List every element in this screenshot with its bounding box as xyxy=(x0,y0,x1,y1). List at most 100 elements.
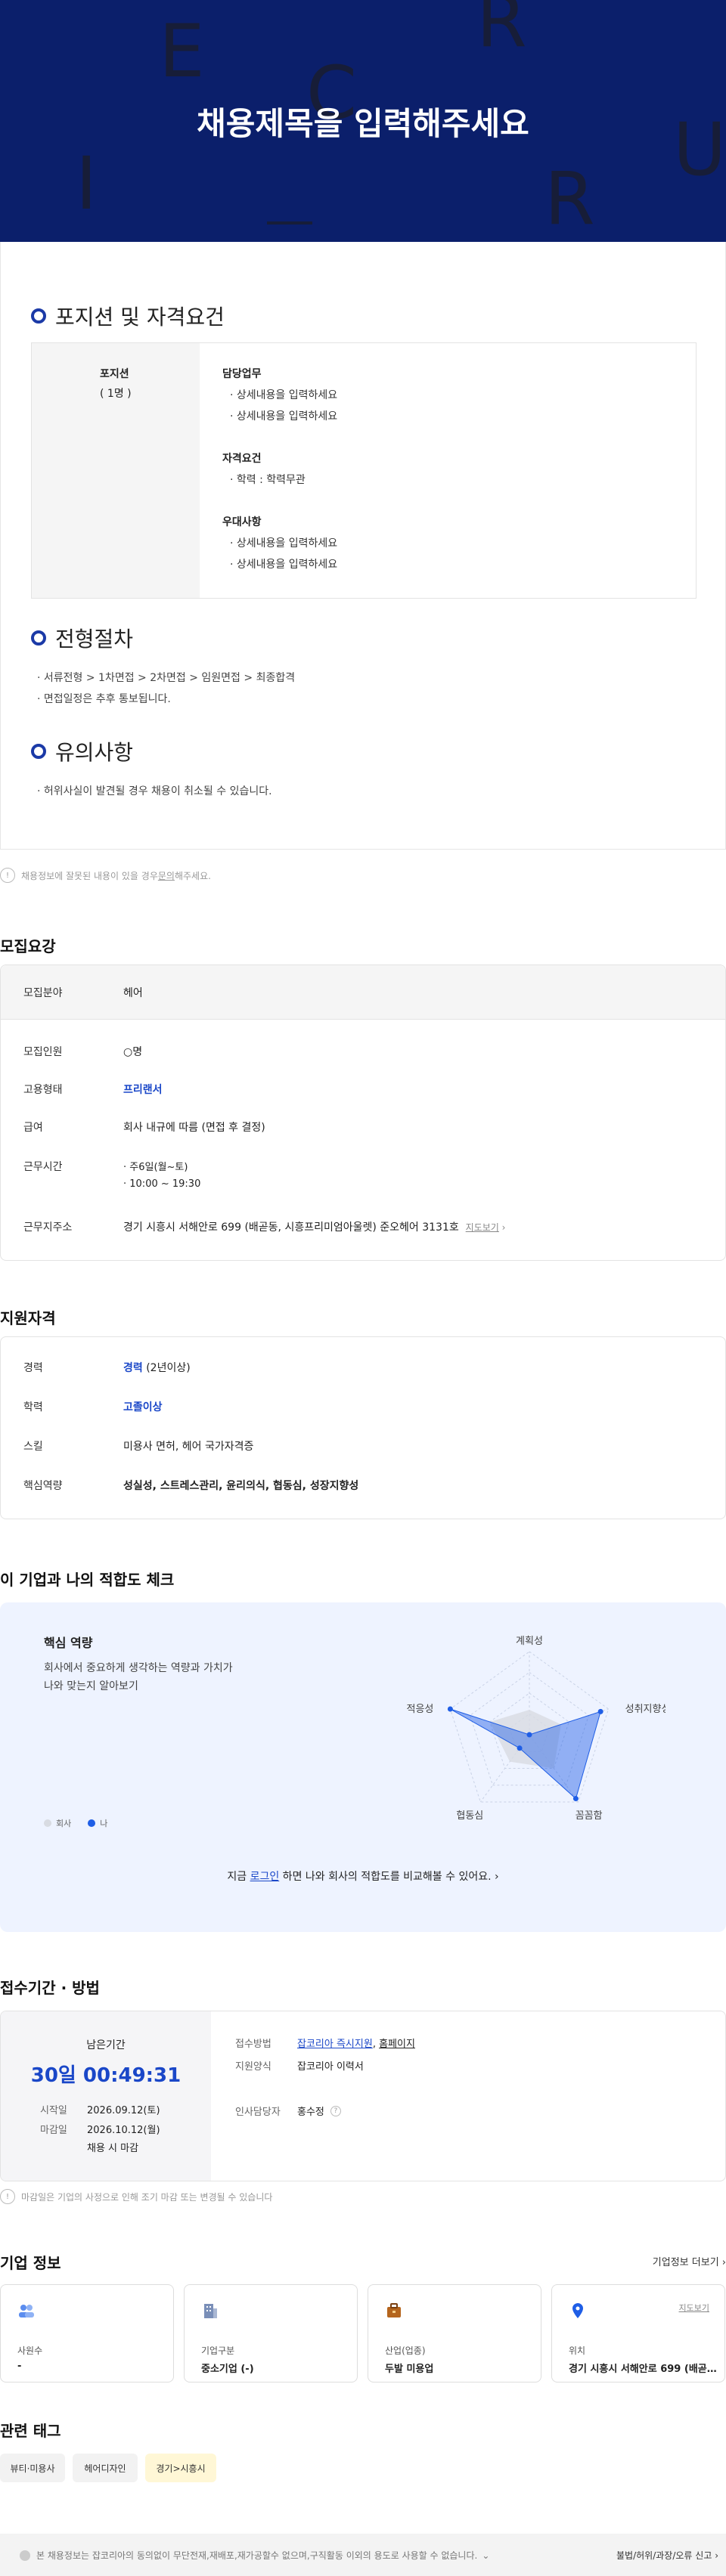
start-value: 2026.09.12(토) xyxy=(87,2105,160,2116)
hero-bg-dash xyxy=(267,221,312,224)
end-value: 2026.10.12(월) xyxy=(87,2125,160,2136)
briefcase-icon xyxy=(387,2303,401,2317)
quick-apply-link[interactable]: 잡코리아 즉시지원 xyxy=(297,2039,373,2050)
pref-item: · 상세내용을 입력하세요 xyxy=(230,559,338,571)
form-label: 지원양식 xyxy=(235,2061,271,2073)
hero-banner: E R C I R U 채용제목을 입력해주세요 xyxy=(0,0,726,242)
section-header-process: 전형절차 xyxy=(31,623,133,653)
radar-point xyxy=(572,1796,579,1802)
fit-desc: 나와 맞는지 알아보기 xyxy=(44,1680,138,1692)
company-card-type: 기업구분 중소기업 (-) xyxy=(184,2284,358,2382)
fit-cta: 지금 로그인 하면 나와 회사의 적합도를 비교해볼 수 있어요. › xyxy=(227,1871,499,1883)
info-icon[interactable]: ? xyxy=(330,2105,341,2116)
radar-axis-label: 협동심 xyxy=(456,1810,483,1822)
core-row: 핵심역량 성실성, 스트레스관리, 윤리의식, 협동심, 성장지향성 xyxy=(23,1480,359,1492)
process-steps: · 서류전형 > 1차면접 > 2차면접 > 임원면접 > 최종합격 xyxy=(37,672,296,684)
section-title: 전형절차 xyxy=(55,627,134,652)
company-more-link[interactable]: 기업정보 더보기 › xyxy=(653,2254,726,2268)
field-row: 모집분야 헤어 xyxy=(23,987,143,999)
map-link[interactable]: 지도보기 xyxy=(679,2302,709,2314)
apply-title: 지원자격 xyxy=(0,1309,56,1327)
report-link[interactable]: 문의 xyxy=(158,869,175,882)
tag-item[interactable]: 경기>시흥시 xyxy=(145,2454,216,2482)
fit-box: 핵심 역량 회사에서 중요하게 생각하는 역량과 가치가 나와 맞는지 알아보기… xyxy=(0,1602,726,1932)
pref-item: · 상세내용을 입력하세요 xyxy=(230,537,338,550)
card-label: 사원수 xyxy=(17,2345,43,2356)
edu-row: 학력 고졸이상 xyxy=(23,1401,163,1413)
pay-row: 급여 회사 내규에 따름 (면접 후 결정) xyxy=(23,1122,265,1134)
legend-me: 나 xyxy=(100,1819,108,1828)
recruit-title: 모집요강 xyxy=(0,937,56,955)
end-note: 채용 시 마감 xyxy=(87,2143,139,2154)
footer-disclaimer[interactable]: 본 채용정보는 잡코리아의 동의없이 무단전재,재배포,재가공할수 없으며,구직… xyxy=(20,2549,489,2562)
qual-heading: 자격요건 xyxy=(222,453,262,465)
bullet-ring-icon xyxy=(31,308,46,324)
info-icon: ! xyxy=(0,868,15,883)
receipt-title: 접수기간 · 방법 xyxy=(0,1979,100,1997)
hero-bg-letter: R xyxy=(544,156,595,241)
fit-title: 이 기업과 나의 적합도 체크 xyxy=(0,1571,175,1589)
legend-company-swatch xyxy=(44,1819,51,1827)
company-card-location: 지도보기 위치 경기 시흥시 서해안로 699 (배곧동, 시흥프리미엄아울렛) xyxy=(551,2284,725,2382)
qual-item: · 학력 : 학력무관 xyxy=(230,474,306,486)
map-link[interactable]: 지도보기 xyxy=(466,1222,499,1233)
card-value: 두발 미용업 xyxy=(385,2364,434,2375)
fit-legend: 회사 나 xyxy=(44,1817,107,1829)
report-error-link[interactable]: 불법/허위/과장/오류 신고 › xyxy=(616,2549,718,2562)
end-label: 마감일 xyxy=(40,2125,67,2136)
field-row xyxy=(1,965,725,1020)
people-icon xyxy=(19,2305,34,2317)
duty-item: · 상세내용을 입력하세요 xyxy=(230,410,338,423)
skill-row: 스킬 미용사 면허, 헤어 국가자격증 xyxy=(23,1441,254,1453)
building-icon xyxy=(204,2304,217,2318)
legend-me-swatch xyxy=(88,1819,96,1827)
footer: 본 채용정보는 잡코리아의 동의없이 무단전재,재배포,재가공할수 없으며,구직… xyxy=(0,2534,726,2576)
radar-point xyxy=(447,1706,453,1712)
section-title: 포지션 및 자격요건 xyxy=(55,305,225,330)
radar-axis-label: 성취지향성 xyxy=(625,1704,666,1715)
fit-box-title: 핵심 역량 xyxy=(44,1636,93,1650)
radar-point xyxy=(526,1732,532,1738)
card-value: - xyxy=(17,2361,22,2372)
report-note: ! 채용정보에 잘못된 내용이 있을 경우 문의 해주세요. xyxy=(0,868,211,883)
caution-text: · 허위사실이 발견될 경우 채용이 취소될 수 있습니다. xyxy=(37,785,272,797)
card-value: 중소기업 (-) xyxy=(201,2364,254,2375)
apply-table: 경력 경력 (2년이상) 학력 고졸이상 스킬 미용사 면허, 헤어 국가자격증 핵심… xyxy=(0,1336,726,1519)
homepage-link[interactable]: 홈페이지 xyxy=(379,2039,415,2050)
chevron-down-icon: ⌄ xyxy=(482,2550,490,2561)
section-header-position: 포지션 및 자격요건 xyxy=(31,301,225,331)
time-row: 근무시간 · 주6일(월~토) xyxy=(23,1161,188,1173)
hero-bg-letter: R xyxy=(476,0,527,63)
radar-axis-label: 계획성 xyxy=(516,1636,543,1647)
section-header-caution: 유의사항 xyxy=(31,736,133,766)
method-value: 잡코리아 즉시지원, 홈페이지 xyxy=(297,2039,415,2050)
tag-item[interactable]: 뷰티·미용사 xyxy=(0,2454,65,2482)
receipt-note: ! 마감일은 기업의 사정으로 인해 조기 마감 또는 변경될 수 있습니다 xyxy=(0,2189,272,2204)
job-title: 채용제목을 입력해주세요 xyxy=(197,105,529,142)
section-title: 유의사항 xyxy=(55,740,134,765)
radar-axis-label: 적응성 xyxy=(406,1704,433,1715)
company-card-industry: 산업(업종) 두발 미용업 xyxy=(368,2284,541,2382)
card-label: 위치 xyxy=(569,2345,586,2356)
bullet-ring-icon xyxy=(31,744,46,759)
company-title: 기업 정보 xyxy=(0,2254,61,2272)
radar-axis-label: 꼼꼼함 xyxy=(576,1810,603,1822)
position-table: 포지션 ( 1명 ) 담당업무 · 상세내용을 입력하세요 · 상세내용을 입력… xyxy=(31,342,697,599)
radar-point xyxy=(517,1745,523,1751)
type-row: 고용형태 프리랜서 xyxy=(23,1084,163,1096)
tag-item[interactable]: 헤어디자인 xyxy=(73,2454,138,2482)
duty-heading: 담당업무 xyxy=(222,368,262,380)
location-pin-icon xyxy=(572,2303,583,2318)
duty-item: · 상세내용을 입력하세요 xyxy=(230,389,338,401)
position-cell: 포지션 ( 1명 ) xyxy=(32,343,200,598)
position-name: 포지션 xyxy=(100,368,129,380)
hr-label: 인사담당자 xyxy=(235,2107,281,2118)
remain-panel: 남은기간 30일 00:49:31 시작일 2026.09.12(토) 마감일 … xyxy=(1,2011,211,2181)
recruit-table: 모집분야 헤어 모집인원 ○명 고용형태 프리랜서 급여 회사 내규에 따름 (면접 후… xyxy=(0,964,726,1261)
login-link[interactable]: 로그인 xyxy=(250,1871,280,1883)
tags-title: 관련 태그 xyxy=(0,2422,61,2440)
radar-chart: 계획성성취지향성꼼꼼함 협동심 적응성 xyxy=(406,1636,666,1822)
card-label: 산업(업종) xyxy=(385,2345,426,2356)
remain-value: 30일 00:49:31 xyxy=(30,2064,182,2087)
method-label: 접수방법 xyxy=(235,2039,271,2050)
